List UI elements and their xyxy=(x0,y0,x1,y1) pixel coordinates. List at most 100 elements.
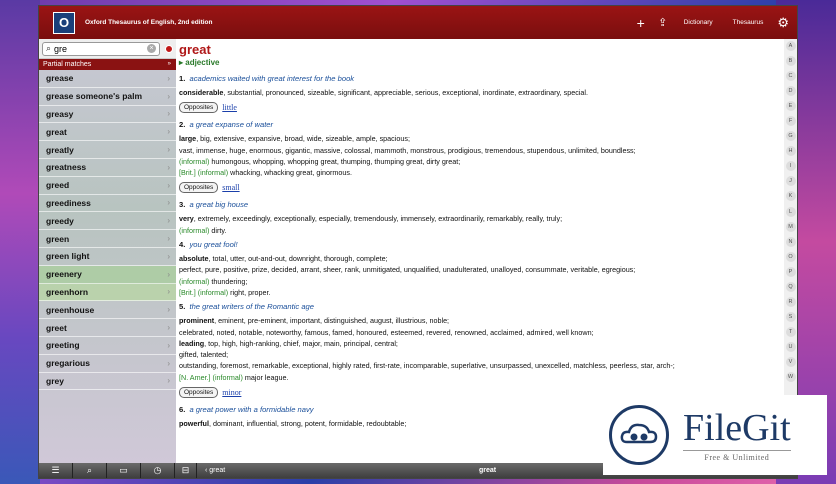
example: you great fool! xyxy=(189,240,238,250)
oxford-logo: O xyxy=(53,11,75,34)
index-letter[interactable]: M xyxy=(785,221,796,232)
chevron-right-icon: › xyxy=(167,376,170,386)
chevron-right-icon: › xyxy=(167,323,170,333)
search-box[interactable]: ⌕ × xyxy=(42,41,160,56)
list-item[interactable]: green › xyxy=(39,230,176,248)
opposite-link[interactable]: small xyxy=(222,183,239,192)
sense: 3. a great big house very, extremely, ex… xyxy=(179,200,778,236)
opposites-button[interactable]: Opposites xyxy=(179,102,219,114)
back-button[interactable]: ‹ great xyxy=(205,467,225,474)
chevron-right-icon: › xyxy=(167,145,170,155)
list-item[interactable]: green light › xyxy=(39,248,176,266)
opposites-button[interactable]: Opposites xyxy=(179,182,219,194)
desktop-background-left xyxy=(0,0,40,484)
index-letter[interactable]: I xyxy=(785,161,796,172)
index-letter[interactable]: D xyxy=(785,86,796,97)
synonyms: very, extremely, exceedingly, exceptiona… xyxy=(179,214,563,235)
chevron-right-icon: › xyxy=(167,73,170,83)
opposites-button[interactable]: Opposites xyxy=(179,387,219,399)
chevron-right-icon: › xyxy=(167,234,170,244)
index-letter[interactable]: G xyxy=(785,131,796,142)
chevron-right-icon: › xyxy=(167,162,170,172)
list-item[interactable]: greenhouse › xyxy=(39,301,176,320)
index-letter[interactable]: N xyxy=(785,236,796,247)
list-item[interactable]: greenery › xyxy=(39,265,176,284)
title-bar: O Oxford Thesaurus of English, 2nd editi… xyxy=(39,6,797,39)
example: the great writers of the Romantic age xyxy=(189,302,314,312)
example: a great big house xyxy=(189,200,249,210)
list-item[interactable]: greeting › xyxy=(39,337,176,355)
list-item[interactable]: greenhorn › xyxy=(39,283,176,302)
history-icon[interactable]: ◷ xyxy=(141,463,175,478)
chevron-right-icon: › xyxy=(167,198,170,208)
index-letter[interactable]: E xyxy=(785,101,796,112)
gear-icon[interactable]: ⚙ xyxy=(777,15,789,31)
example: academics waited with great interest for… xyxy=(189,74,355,83)
list-item[interactable]: greatly › xyxy=(39,141,176,159)
list-item[interactable]: grease someone's palm › xyxy=(39,88,176,106)
list-icon[interactable]: ☰ xyxy=(39,463,73,478)
index-letter[interactable]: Q xyxy=(785,281,796,292)
dictionary-button[interactable]: Dictionary xyxy=(674,19,723,26)
list-item[interactable]: greatness › xyxy=(39,159,176,177)
synonyms: large, big, extensive, expansive, broad,… xyxy=(179,134,636,178)
sidebar-toggle-icon[interactable]: ⊟ xyxy=(175,463,197,478)
index-letter[interactable]: F xyxy=(785,116,796,127)
index-letter[interactable]: R xyxy=(785,296,796,307)
record-icon[interactable] xyxy=(165,44,173,53)
chevron-right-icon: › xyxy=(167,305,170,315)
example: a great power with a formidable navy xyxy=(189,405,314,415)
list-item[interactable]: greasy › xyxy=(39,106,176,124)
search-row: ⌕ × xyxy=(39,39,176,59)
list-item[interactable]: gregarious › xyxy=(39,355,176,373)
share-icon[interactable]: ⇪ xyxy=(652,16,674,29)
clear-search-icon[interactable]: × xyxy=(147,44,156,53)
list-item[interactable]: greed › xyxy=(39,177,176,195)
index-letter[interactable]: O xyxy=(785,251,796,262)
chevron-right-icon: › xyxy=(167,251,170,261)
chevron-right-icon: › xyxy=(167,180,170,190)
index-letter[interactable]: W xyxy=(785,372,796,383)
list-item[interactable]: greedy › xyxy=(39,212,176,231)
match-list: grease › grease someone's palm › greasy › g… xyxy=(39,70,176,391)
index-letter[interactable]: T xyxy=(785,326,796,337)
index-letter[interactable]: L xyxy=(785,206,796,217)
thesaurus-button[interactable]: Thesaurus xyxy=(723,19,774,26)
synonyms: considerable, substantial, pronounced, s… xyxy=(179,88,588,97)
index-letter[interactable]: K xyxy=(785,191,796,202)
search-input[interactable] xyxy=(54,43,135,54)
sense: 1. academics waited with great interest … xyxy=(179,74,778,114)
index-letter[interactable]: J xyxy=(785,176,796,187)
list-item[interactable]: great › xyxy=(39,123,176,142)
index-letter[interactable]: S xyxy=(785,311,796,322)
opposite-link[interactable]: little xyxy=(222,103,237,112)
index-letter[interactable]: V xyxy=(785,356,796,367)
list-item[interactable]: grey › xyxy=(39,373,176,391)
headword: great xyxy=(179,42,211,57)
synonyms: absolute, total, utter, out-and-out, dow… xyxy=(179,254,636,297)
index-letter[interactable]: U xyxy=(785,341,796,352)
search-icon[interactable]: ⌕ xyxy=(73,463,107,478)
plus-icon[interactable]: + xyxy=(630,15,652,31)
synonyms: prominent, eminent, pre-eminent, importa… xyxy=(179,316,675,382)
collapse-arrow-icon[interactable]: » xyxy=(168,59,171,70)
chevron-right-icon: › xyxy=(167,269,170,279)
index-letter[interactable]: C xyxy=(785,71,796,82)
list-item[interactable]: grease › xyxy=(39,70,176,88)
opposite-link[interactable]: minor xyxy=(222,388,241,397)
chevron-right-icon: › xyxy=(167,340,170,350)
list-item[interactable]: greet › xyxy=(39,319,176,337)
index-letter[interactable]: B xyxy=(785,56,796,67)
example: a great expanse of water xyxy=(189,120,274,130)
book-icon[interactable]: ▭ xyxy=(107,463,141,478)
search-icon: ⌕ xyxy=(46,43,52,53)
chevron-right-icon: › xyxy=(167,91,170,101)
index-letter[interactable]: A xyxy=(785,41,796,51)
watermark-title: FileGit xyxy=(683,406,791,449)
sense: 2. a great expanse of water large, big, … xyxy=(179,120,778,194)
list-item[interactable]: greediness › xyxy=(39,195,176,213)
partial-matches-header: Partial matches » xyxy=(39,59,176,70)
current-word: great xyxy=(479,467,497,474)
index-letter[interactable]: H xyxy=(785,146,796,157)
index-letter[interactable]: P xyxy=(785,266,796,277)
